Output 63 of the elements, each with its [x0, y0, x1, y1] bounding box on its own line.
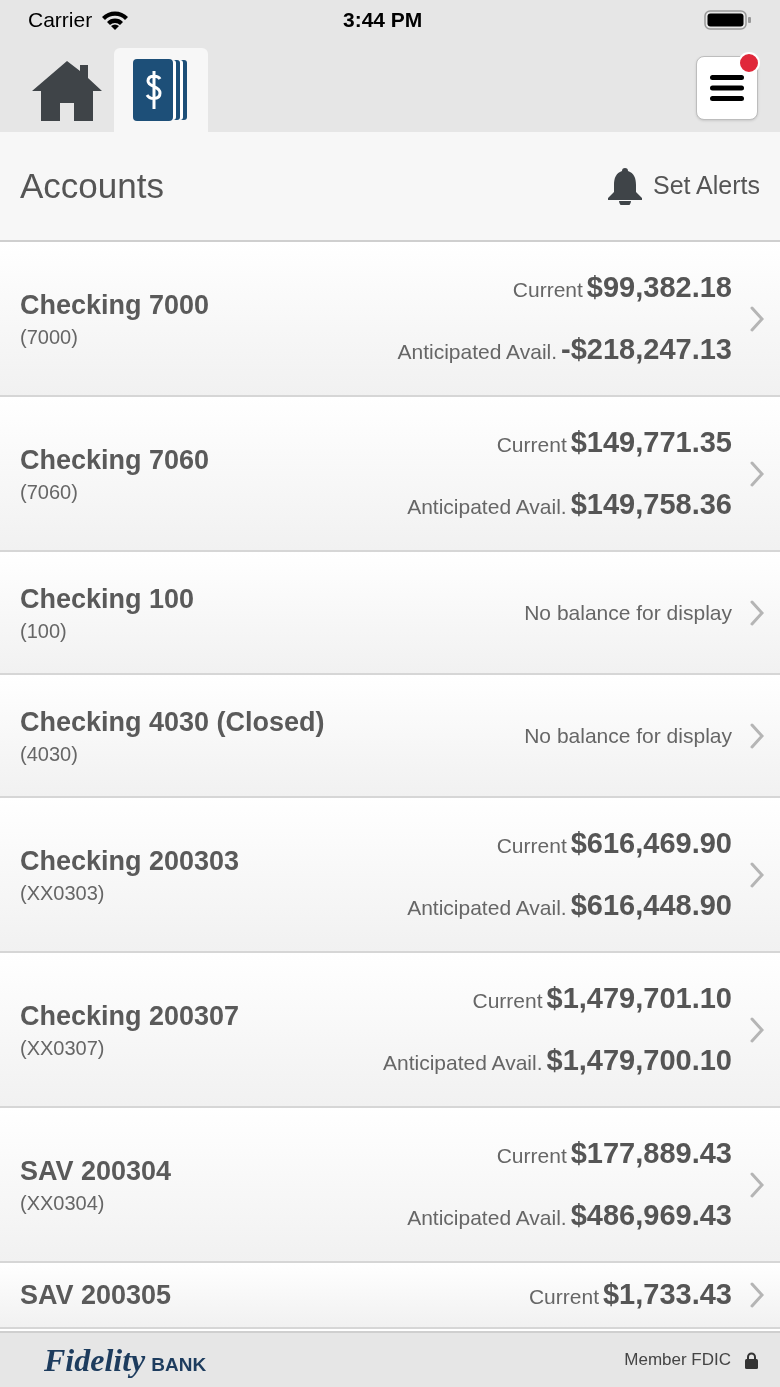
balance-amount: $616,469.90	[570, 826, 732, 861]
balance-amount: $1,479,701.10	[546, 981, 732, 1016]
balance-label: Anticipated Avail.	[407, 1204, 567, 1231]
logo-word: BANK	[151, 1353, 207, 1377]
account-name: SAV 200304	[20, 1154, 172, 1188]
balance-label: Current	[496, 432, 567, 458]
chevron-right-icon	[750, 1171, 764, 1198]
chevron-right-icon	[750, 305, 764, 332]
tab[interactable]	[114, 48, 208, 132]
menu-icon	[710, 75, 744, 101]
account-number: (7000)	[20, 324, 79, 350]
balance-label: Current	[528, 1284, 599, 1310]
chevron-right-icon	[750, 722, 764, 749]
account-name: Checking 7060	[20, 443, 210, 477]
wifi-icon	[100, 9, 131, 31]
account-name: Checking 100	[20, 582, 195, 616]
account-number: (XX0307)	[20, 1035, 106, 1061]
account-name: SAV 200305	[20, 1278, 172, 1312]
account-number: (XX0304)	[20, 1190, 106, 1216]
home-icon	[32, 59, 102, 121]
balance-amount: -$218,247.13	[561, 331, 732, 367]
logo-script: Fidelity	[44, 1341, 146, 1380]
account-name: Checking 200307	[20, 999, 240, 1033]
balance-label: Anticipated Avail.	[397, 338, 558, 365]
time-label: 3:44 PM	[343, 7, 423, 34]
chevron-right-icon	[750, 861, 764, 888]
balance-label: Anticipated Avail.	[382, 1049, 543, 1076]
battery-icon	[704, 9, 752, 31]
balance-amount: $177,889.43	[570, 1136, 732, 1171]
set-alerts-button[interactable]: Set Alerts	[607, 167, 760, 205]
carrier-label: Carrier	[28, 7, 93, 34]
dollar-card-icon	[133, 59, 189, 121]
balance-amount: $486,969.43	[570, 1197, 732, 1233]
balance-amount: $616,448.90	[570, 887, 732, 923]
account-name: Checking 7000	[20, 288, 210, 322]
balance-amount: $99,382.18	[586, 270, 732, 305]
account-name: Checking 200303	[20, 844, 240, 878]
balance-amount: $149,758.36	[570, 486, 732, 522]
chevron-right-icon	[750, 1016, 764, 1043]
no-balance-note: No balance for display	[524, 599, 732, 626]
fdic-label: Member FDIC	[624, 1349, 731, 1372]
balance-label: Current	[496, 1143, 567, 1169]
chevron-right-icon	[750, 1281, 764, 1308]
menu-button[interactable]	[696, 56, 758, 120]
balance-label: Anticipated Avail.	[407, 894, 567, 921]
balance-amount: $1,733.43	[603, 1277, 732, 1312]
balance-amount: $149,771.35	[570, 425, 732, 460]
balance-amount: $1,479,700.10	[546, 1042, 732, 1078]
balance-label: Current	[512, 277, 583, 303]
balance-label: Current	[496, 833, 567, 859]
chevron-right-icon	[750, 460, 764, 487]
account-number: (100)	[20, 618, 68, 644]
balance-label: Anticipated Avail.	[407, 493, 567, 520]
no-balance-note: No balance for display	[524, 722, 732, 749]
bell-icon	[607, 167, 643, 205]
lock-icon	[745, 1351, 758, 1369]
page-title: Accounts	[20, 164, 164, 207]
account-number: (XX0303)	[20, 880, 106, 906]
account-number: (7060)	[20, 479, 79, 505]
chevron-right-icon	[750, 599, 764, 626]
account-number: (4030)	[20, 741, 79, 767]
balance-label: Current	[472, 988, 543, 1014]
account-name: Checking 4030 (Closed)	[20, 705, 325, 739]
